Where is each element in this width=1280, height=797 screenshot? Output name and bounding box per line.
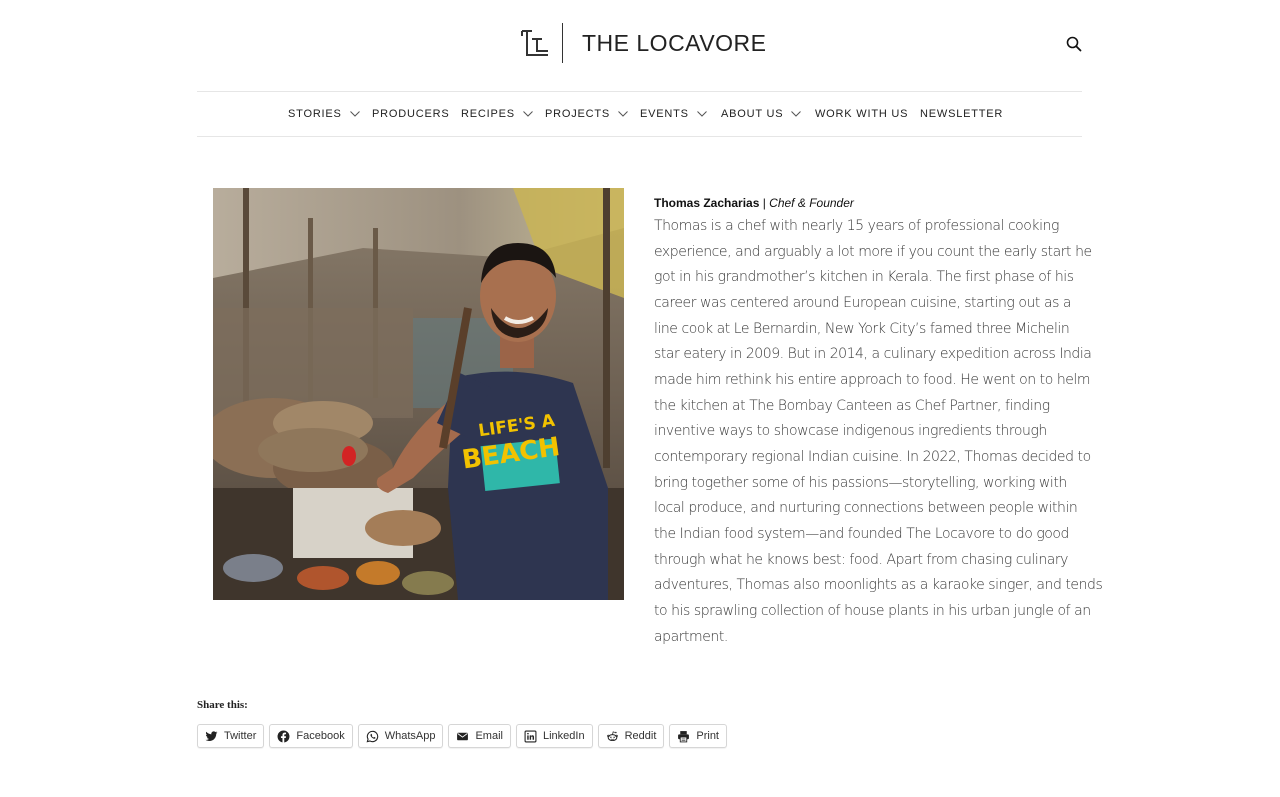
- nav-item-stories[interactable]: STORIES: [288, 92, 360, 136]
- share-reddit-button[interactable]: Reddit: [597, 724, 665, 748]
- bio-line: local produce, and nurturing connections…: [654, 500, 1078, 517]
- chevron-down-icon: [618, 111, 628, 117]
- nav-item-label: RECIPES: [461, 108, 515, 120]
- share-button-label: Reddit: [624, 730, 657, 742]
- bio-line: star eatery in 2009. But in 2014, a culi…: [654, 346, 1092, 363]
- share-label: Share this:: [197, 699, 248, 711]
- bio-line: made him rethink his entire approach to …: [654, 371, 1091, 388]
- nav-item-recipes[interactable]: RECIPES: [461, 92, 533, 136]
- profile-heading: Thomas Zacharias | Chef & Founder: [654, 196, 1074, 210]
- nav-item-work-with-us[interactable]: WORK WITH US: [815, 92, 908, 136]
- profile-bio: Thomas Zacharias | Chef & Founder Thomas…: [654, 196, 1103, 650]
- site-logo[interactable]: THE LOCAVORE: [520, 22, 767, 64]
- bio-line: career was centered around European cuis…: [654, 294, 1072, 311]
- market-scene-illustration: LIFE'S A BEACH: [213, 188, 624, 600]
- bio-line: got in his grandmother’s kitchen in Kera…: [654, 269, 1074, 286]
- bio-line: adventures, Thomas also moonlights as a …: [654, 577, 1103, 594]
- share-button-label: WhatsApp: [384, 730, 436, 742]
- bio-line: apartment.: [654, 628, 728, 645]
- share-button-label: Twitter: [224, 730, 257, 742]
- share-button-label: LinkedIn: [542, 730, 585, 742]
- nav-item-label: EVENTS: [640, 108, 689, 120]
- chevron-down-icon: [696, 111, 707, 117]
- logo-divider: [562, 23, 563, 63]
- bio-line: line cook at Le Bernardin, New York City…: [654, 320, 1070, 337]
- share-print-button[interactable]: Print: [669, 724, 727, 748]
- nav-item-label: WORK WITH US: [815, 108, 909, 120]
- nav-item-label: NEWSLETTER: [920, 108, 1004, 120]
- nav-item-label: STORIES: [288, 108, 342, 120]
- search-icon[interactable]: [1066, 36, 1082, 52]
- share-button-label: Print: [696, 730, 719, 742]
- share-twitter-button[interactable]: Twitter: [197, 724, 265, 748]
- print-icon: [678, 730, 690, 742]
- bio-line: the kitchen at The Bombay Canteen as Che…: [654, 397, 1050, 414]
- nav-item-producers[interactable]: PRODUCERS: [372, 92, 450, 136]
- nav-item-about-us[interactable]: ABOUT US: [721, 92, 802, 136]
- bio-line: inventive ways to showcase indigenous in…: [654, 423, 1047, 440]
- site-header: THE LOCAVORE: [0, 0, 1280, 90]
- facebook-icon: [277, 730, 290, 742]
- bio-line: to his sprawling collection of house pla…: [654, 602, 1091, 619]
- twitter-icon: [205, 730, 218, 741]
- profile-separator: |: [759, 196, 770, 210]
- profile-role: Chef & Founder: [769, 196, 854, 210]
- bio-line: contemporary regional Indian cuisine. In…: [654, 448, 1091, 465]
- bio-line: bring together some of his passions—stor…: [654, 474, 1067, 491]
- linkedin-icon: [524, 730, 537, 742]
- chevron-down-icon: [349, 111, 360, 117]
- bio-line: Thomas is a chef with nearly 15 years of…: [654, 218, 1059, 234]
- profile-bio-text: Thomas is a chef with nearly 15 years of…: [654, 214, 1103, 650]
- nav-item-label: PRODUCERS: [372, 108, 450, 120]
- share-button-label: Facebook: [296, 730, 345, 742]
- bio-line: the Indian food system—and founded The L…: [654, 525, 1069, 542]
- main-nav: STORIES PRODUCERS RECIPES PROJECTS EVENT…: [197, 91, 1082, 137]
- nav-item-label: ABOUT US: [721, 108, 784, 120]
- profile-name: Thomas Zacharias: [654, 196, 760, 210]
- bio-line: through what he knows best: food. Apart …: [654, 551, 1069, 568]
- logo-text: THE LOCAVORE: [582, 29, 767, 56]
- tl-monogram-icon: [521, 30, 548, 56]
- share-facebook-button[interactable]: Facebook: [269, 724, 353, 748]
- chevron-down-icon: [523, 111, 533, 117]
- share-email-button[interactable]: Email: [448, 724, 511, 748]
- email-icon: [457, 732, 469, 740]
- chevron-down-icon: [791, 111, 802, 117]
- nav-item-projects[interactable]: PROJECTS: [545, 92, 628, 136]
- profile-photo: LIFE'S A BEACH: [213, 188, 624, 600]
- nav-item-label: PROJECTS: [545, 108, 611, 120]
- nav-item-newsletter[interactable]: NEWSLETTER: [920, 92, 1003, 136]
- whatsapp-icon: [366, 730, 378, 742]
- share-button-label: Email: [475, 730, 503, 742]
- bio-line: experience, and arguably a lot more if y…: [654, 243, 1092, 260]
- share-buttons: Twitter Facebook WhatsApp Email LinkedIn…: [197, 724, 727, 748]
- reddit-icon: [606, 730, 618, 741]
- nav-item-events[interactable]: EVENTS: [640, 92, 707, 136]
- share-linkedin-button[interactable]: LinkedIn: [515, 724, 593, 748]
- share-whatsapp-button[interactable]: WhatsApp: [357, 724, 444, 748]
